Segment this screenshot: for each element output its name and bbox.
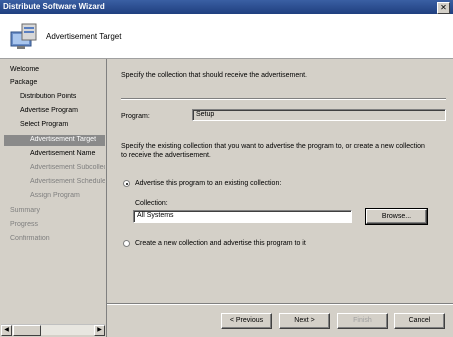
window-title: Distribute Software Wizard — [3, 2, 105, 11]
nav-distribution-points[interactable]: Distribution Points — [20, 93, 76, 100]
program-field: Setup — [192, 109, 446, 121]
nav-assign-program[interactable]: Assign Program — [30, 192, 80, 199]
title-bar: Distribute Software Wizard ✕ — [0, 0, 453, 14]
nav-summary[interactable]: Summary — [10, 207, 40, 214]
close-button[interactable]: ✕ — [437, 2, 450, 14]
previous-button[interactable]: < Previous — [221, 313, 272, 329]
description-line-1: Specify the existing collection that you… — [121, 143, 425, 150]
wizard-content: Specify the collection that should recei… — [107, 59, 453, 337]
finish-button[interactable]: Finish — [337, 313, 388, 329]
sidebar-horizontal-scrollbar[interactable]: ◀ ▶ — [1, 324, 105, 336]
existing-collection-radio-label[interactable]: Advertise this program to an existing co… — [135, 180, 281, 187]
page-title: Advertisement Target — [46, 32, 122, 41]
collection-label: Collection: — [135, 200, 168, 207]
program-value: Setup — [196, 111, 215, 118]
nav-progress[interactable]: Progress — [10, 221, 38, 228]
new-collection-radio[interactable] — [123, 240, 130, 247]
new-collection-radio-label[interactable]: Create a new collection and advertise th… — [135, 240, 306, 247]
computer-software-icon — [8, 22, 40, 50]
scroll-right-arrow-icon[interactable]: ▶ — [94, 325, 105, 336]
collection-field[interactable]: All Systems — [133, 210, 352, 223]
collection-value: All Systems — [137, 212, 174, 219]
wizard-header: Advertisement Target — [0, 14, 453, 59]
nav-advertisement-schedule[interactable]: Advertisement Schedule — [30, 178, 105, 185]
nav-advertisement-target[interactable]: Advertisement Target — [30, 136, 104, 143]
nav-select-program[interactable]: Select Program — [20, 121, 68, 128]
nav-confirmation[interactable]: Confirmation — [10, 235, 50, 242]
nav-welcome[interactable]: Welcome — [10, 66, 39, 73]
divider — [121, 98, 446, 100]
browse-button[interactable]: Browse... — [365, 208, 428, 225]
description-line-2: to receive the advertisement. — [121, 152, 211, 159]
nav-advertisement-name[interactable]: Advertisement Name — [30, 150, 104, 157]
nav-advertisement-subcollection[interactable]: Advertisement Subcollec — [30, 164, 105, 171]
existing-collection-radio[interactable] — [123, 180, 130, 187]
next-button[interactable]: Next > — [279, 313, 330, 329]
scroll-left-arrow-icon[interactable]: ◀ — [1, 325, 12, 336]
footer-divider — [107, 303, 453, 305]
intro-text: Specify the collection that should recei… — [121, 72, 307, 79]
cancel-button[interactable]: Cancel — [394, 313, 445, 329]
nav-package[interactable]: Package — [10, 79, 37, 86]
nav-advertise-program[interactable]: Advertise Program — [20, 107, 78, 114]
scrollbar-thumb[interactable] — [13, 325, 41, 336]
program-label: Program: — [121, 113, 150, 120]
wizard-navigation: Welcome Package Distribution Points Adve… — [0, 59, 107, 337]
